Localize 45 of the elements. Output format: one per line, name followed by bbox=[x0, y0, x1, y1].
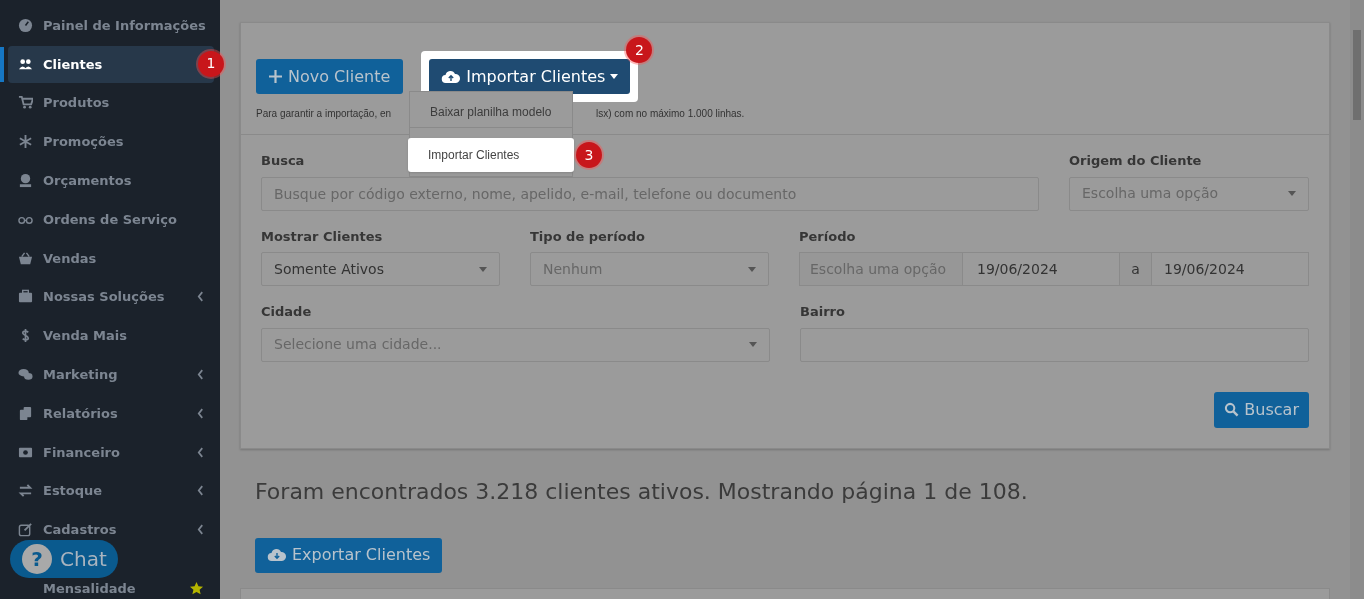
select-field[interactable]: Somente Ativos bbox=[261, 252, 500, 286]
sidebar-item[interactable]: Painel de Informações bbox=[43, 18, 206, 32]
results-summary: Foram encontrados 3.218 clientes ativos. Mostrando página 1 de 108. bbox=[255, 477, 1028, 506]
select-value: Somente Ativos bbox=[274, 259, 384, 279]
new-client-button[interactable]: Novo Cliente bbox=[256, 59, 404, 94]
sidebar-item[interactable]: Nossas Soluções bbox=[43, 290, 165, 304]
step-badge: 2 bbox=[626, 37, 653, 63]
field-label: Mostrar Clientes bbox=[261, 227, 383, 246]
chat-label: Chat bbox=[60, 546, 107, 573]
search-button[interactable]: Buscar bbox=[1214, 391, 1309, 428]
hint-text: lsx) com no máximo 1.000 linhas. bbox=[596, 107, 745, 121]
field-label: Cidade bbox=[261, 303, 312, 321]
button-label: Exportar Clientes bbox=[292, 544, 431, 566]
field-label: Tipo de período bbox=[530, 227, 645, 246]
sidebar-item[interactable]: Venda Mais bbox=[43, 329, 127, 343]
sidebar-item[interactable]: Ordens de Serviço bbox=[43, 212, 177, 226]
button-label: Novo Cliente bbox=[288, 65, 391, 88]
export-clients-button[interactable]: Exportar Clientes bbox=[255, 537, 443, 573]
help-icon: ? bbox=[22, 544, 52, 574]
sidebar-item[interactable]: Marketing bbox=[43, 368, 118, 382]
sidebar-item[interactable]: Mensalidade bbox=[43, 582, 136, 596]
sidebar-item[interactable]: Promoções bbox=[43, 135, 124, 149]
date-field[interactable]: 19/06/2024 bbox=[1152, 252, 1309, 286]
sidebar-item[interactable]: Relatórios bbox=[43, 406, 118, 420]
date-field[interactable]: 19/06/2024 bbox=[963, 252, 1119, 286]
sidebar-item[interactable]: Financeiro bbox=[43, 445, 120, 459]
field-label: Origem do Cliente bbox=[1069, 152, 1202, 170]
menu-item[interactable]: Baixar planilha modelo bbox=[410, 96, 572, 128]
sidebar-item[interactable]: Estoque bbox=[43, 484, 103, 498]
button-label: Importar Clientes bbox=[466, 65, 606, 88]
sidebar-item[interactable]: Cadastros bbox=[43, 523, 117, 537]
hint-text: Para garantir a importação, en bbox=[256, 107, 392, 121]
sidebar-item[interactable]: Vendas bbox=[43, 251, 97, 265]
field-label: Período bbox=[799, 227, 856, 246]
range-separator: a bbox=[1119, 252, 1152, 286]
sidebar-item[interactable]: Orçamentos bbox=[43, 174, 132, 188]
button-label: Buscar bbox=[1244, 398, 1299, 421]
sidebar-item[interactable]: Produtos bbox=[43, 96, 110, 110]
menu-item[interactable]: Importar Clientes bbox=[408, 138, 574, 172]
sidebar-label: Clientes bbox=[43, 57, 103, 71]
field-label: Bairro bbox=[800, 303, 845, 321]
import-clients-button[interactable]: Importar Clientes bbox=[429, 59, 631, 94]
field-label: Busca bbox=[261, 152, 305, 170]
chat-button[interactable]: ? Chat bbox=[10, 540, 118, 578]
step-badge: 3 bbox=[576, 142, 602, 168]
